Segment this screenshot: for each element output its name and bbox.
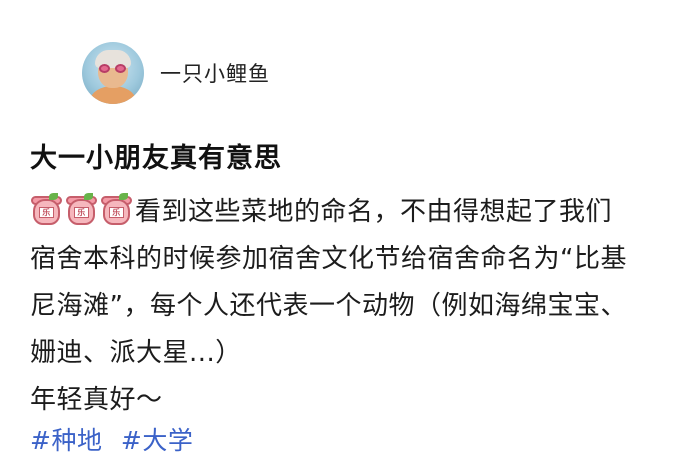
- fun-drink-emoji-icon: 乐: [100, 193, 133, 226]
- post-title: 大一小朋友真有意思: [30, 143, 282, 174]
- body-line-2: 宿舍本科的时候参加宿舍文化节给宿舍命名为“比基: [30, 244, 627, 274]
- avatar[interactable]: [82, 42, 144, 104]
- hashtag-list: #种地 #大学: [30, 421, 203, 457]
- body-line-5: 年轻真好～: [30, 385, 163, 415]
- body-text: 看到这些菜地的命名，不由得想起了我们: [135, 197, 613, 227]
- hashtag-link[interactable]: #大学: [121, 426, 193, 455]
- post-header: 一只小鲤鱼: [82, 42, 270, 104]
- author-name[interactable]: 一只小鲤鱼: [160, 58, 270, 88]
- body-line-3: 尼海滩”，每个人还代表一个动物（例如海绵宝宝、: [30, 291, 627, 321]
- body-line-1: 乐乐乐看到这些菜地的命名，不由得想起了我们: [30, 189, 670, 236]
- fun-drink-emoji-icon: 乐: [30, 193, 63, 226]
- body-line-4: 姗迪、派大星...）: [30, 338, 242, 368]
- fun-drink-emoji-icon: 乐: [65, 193, 98, 226]
- hashtag-link[interactable]: #种地: [30, 426, 102, 455]
- post-body: 乐乐乐看到这些菜地的命名，不由得想起了我们 宿舍本科的时候参加宿舍文化节给宿舍命…: [30, 189, 670, 424]
